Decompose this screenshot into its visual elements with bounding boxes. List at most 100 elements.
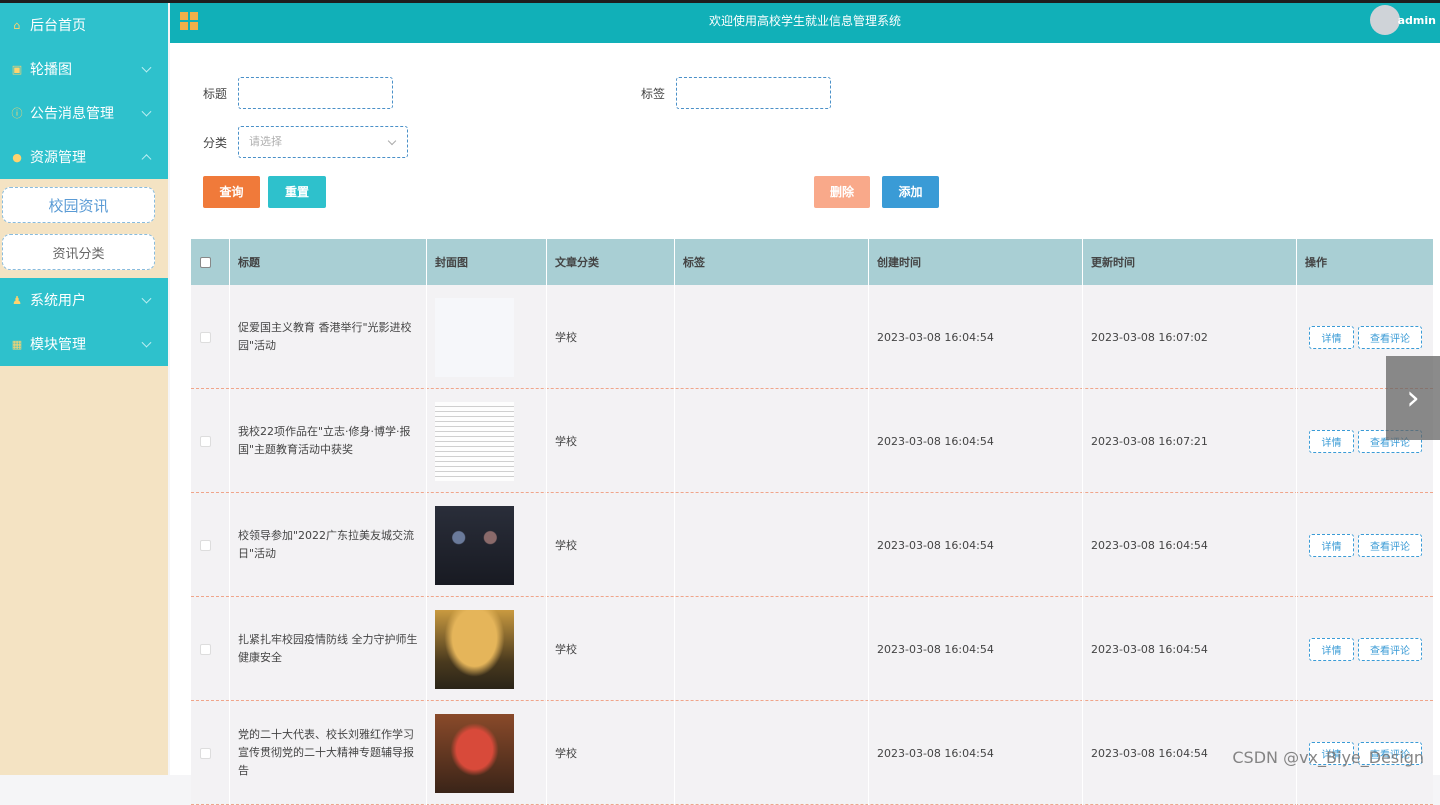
row-updated: 2023-03-08 16:04:54 [1083,493,1297,597]
row-title: 扎紧扎牢校园疫情防线 全力守护师生健康安全 [238,631,418,667]
title-filter-label: 标题 [203,85,227,102]
chevron-down-icon [388,137,396,145]
sidebar-item-resources[interactable]: ● 资源管理 [0,135,168,179]
chevron-down-icon [142,338,152,348]
row-created: 2023-03-08 16:04:54 [869,285,1083,389]
row-tag [675,285,869,389]
category-select[interactable]: 请选择 [238,126,408,158]
table-row: 我校22项作品在"立志·修身·博学·报国"主题教育活动中获奖 学校 2023-0… [191,389,1433,493]
row-created: 2023-03-08 16:04:54 [869,389,1083,493]
info-icon: ⓘ [10,106,24,120]
row-tag [675,389,869,493]
add-button[interactable]: 添加 [882,176,939,208]
column-header: 操作 [1297,239,1433,285]
row-checkbox[interactable] [200,332,211,343]
row-tag [675,493,869,597]
chevron-down-icon [142,294,152,304]
sidebar-item-label: 轮播图 [30,59,72,79]
table-row: 促爱国主义教育 香港举行"光影进校园"活动 学校 2023-03-08 16:0… [191,285,1433,389]
sidebar-item-label: 系统用户 [30,290,86,310]
reset-button[interactable]: 重置 [268,176,326,208]
row-category: 学校 [547,701,675,805]
column-header: 更新时间 [1083,239,1297,285]
cover-image [435,714,514,793]
sidebar: ⌂ 后台首页 ▣ 轮播图 ⓘ 公告消息管理 ● 资源管理 校园资讯 资讯分类 ♟… [0,3,168,775]
sidebar-item-users[interactable]: ♟ 系统用户 [0,278,168,322]
detail-button[interactable]: 详情 [1309,326,1354,349]
query-button[interactable]: 查询 [203,176,260,208]
main-content: 标题 标签 分类 请选择 查询 重置 删除 添加 标题 封面图 文章分类 标签 … [170,43,1440,775]
row-updated: 2023-03-08 16:04:54 [1083,597,1297,701]
row-created: 2023-03-08 16:04:54 [869,597,1083,701]
column-header: 文章分类 [547,239,675,285]
row-category: 学校 [547,389,675,493]
cover-image [435,610,514,689]
next-page-arrow-icon[interactable]: › [1386,356,1440,440]
sidebar-item-notice[interactable]: ⓘ 公告消息管理 [0,91,168,135]
username[interactable]: admin [1398,3,1436,39]
row-checkbox[interactable] [200,540,211,551]
category-filter-label: 分类 [203,134,227,151]
category-placeholder: 请选择 [249,135,282,148]
avatar[interactable] [1370,5,1400,35]
column-header: 封面图 [427,239,547,285]
submenu-item-news-category[interactable]: 资讯分类 [2,234,155,270]
row-tag [675,597,869,701]
view-comments-button[interactable]: 查看评论 [1358,326,1422,349]
table-row: 扎紧扎牢校园疫情防线 全力守护师生健康安全 学校 2023-03-08 16:0… [191,597,1433,701]
sidebar-item-modules[interactable]: ▦ 模块管理 [0,322,168,366]
sidebar-item-carousel[interactable]: ▣ 轮播图 [0,47,168,91]
row-checkbox[interactable] [200,644,211,655]
row-updated: 2023-03-08 16:07:21 [1083,389,1297,493]
detail-button[interactable]: 详情 [1309,638,1354,661]
pin-icon: ● [10,150,24,164]
row-created: 2023-03-08 16:04:54 [869,701,1083,805]
news-table: 标题 封面图 文章分类 标签 创建时间 更新时间 操作 促爱国主义教育 香港举行… [191,239,1433,805]
detail-button[interactable]: 详情 [1309,430,1354,453]
submenu-item-campus-news[interactable]: 校园资讯 [2,187,155,223]
home-icon: ⌂ [10,18,24,32]
row-updated: 2023-03-08 16:07:02 [1083,285,1297,389]
delete-button[interactable]: 删除 [814,176,870,208]
view-comments-button[interactable]: 查看评论 [1358,638,1422,661]
watermark: CSDN @vx_Biye_Design [1232,748,1424,767]
chevron-down-icon [142,63,152,73]
cover-image [435,506,514,585]
sidebar-item-label: 公告消息管理 [30,103,114,123]
column-header: 创建时间 [869,239,1083,285]
row-category: 学校 [547,597,675,701]
column-header: 标签 [675,239,869,285]
sidebar-item-label: 模块管理 [30,334,86,354]
title-input[interactable] [238,77,393,109]
select-all-checkbox[interactable] [200,257,211,268]
user-icon: ♟ [10,293,24,307]
chevron-down-icon [142,107,152,117]
row-title: 促爱国主义教育 香港举行"光影进校园"活动 [238,319,418,355]
row-checkbox[interactable] [200,748,211,759]
sidebar-item-label: 后台首页 [30,15,86,35]
row-category: 学校 [547,285,675,389]
tag-input[interactable] [676,77,831,109]
view-comments-button[interactable]: 查看评论 [1358,534,1422,557]
cover-image [435,402,514,481]
table-header: 标题 封面图 文章分类 标签 创建时间 更新时间 操作 [191,239,1433,285]
page-title: 欢迎使用高校学生就业信息管理系统 [170,3,1440,39]
row-title: 我校22项作品在"立志·修身·博学·报国"主题教育活动中获奖 [238,423,418,459]
chevron-up-icon [142,154,152,164]
row-category: 学校 [547,493,675,597]
row-checkbox[interactable] [200,436,211,447]
row-title: 校领导参加"2022广东拉美友城交流日"活动 [238,527,418,563]
row-title: 党的二十大代表、校长刘雅红作学习宣传贯彻党的二十大精神专题辅导报告 [238,726,418,780]
row-created: 2023-03-08 16:04:54 [869,493,1083,597]
select-all-cell [191,239,230,285]
sidebar-item-home[interactable]: ⌂ 后台首页 [0,3,168,47]
column-header: 标题 [230,239,427,285]
sidebar-item-label: 资源管理 [30,147,86,167]
row-tag [675,701,869,805]
image-icon: ▣ [10,62,24,76]
submenu: 校园资讯 资讯分类 [0,179,168,278]
top-header: 欢迎使用高校学生就业信息管理系统 admin [170,3,1440,43]
detail-button[interactable]: 详情 [1309,534,1354,557]
table-row: 校领导参加"2022广东拉美友城交流日"活动 学校 2023-03-08 16:… [191,493,1433,597]
cover-image [435,298,514,377]
